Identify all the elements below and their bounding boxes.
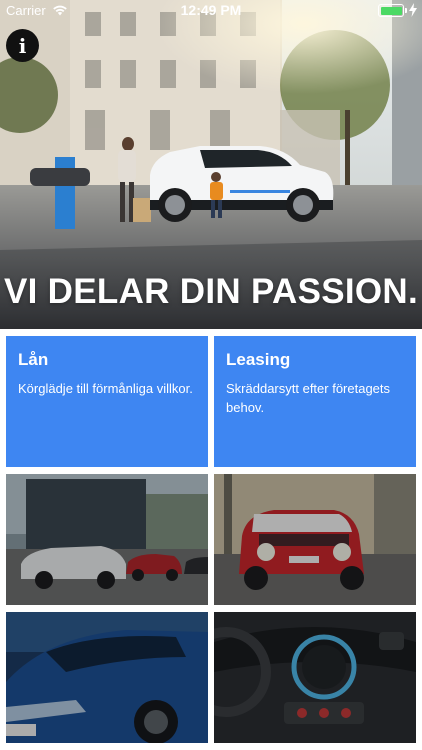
tile-leasing[interactable]: Leasing Skräddarsytt efter företagets be…	[214, 336, 416, 467]
info-icon: i	[18, 33, 27, 58]
mini-cooper-photo	[214, 474, 416, 605]
hero-headline: VI DELAR DIN PASSION.	[3, 272, 419, 311]
tile-leasing-text: Skräddarsytt efter företagets behov.	[226, 381, 391, 415]
bmw-1-series-photo	[6, 474, 208, 605]
battery-level	[380, 6, 402, 15]
tile-lan-title: Lån	[18, 350, 49, 369]
hero-banner: i VI DELAR DIN PASSION.	[0, 0, 422, 329]
bmw-5-series-photo	[6, 612, 208, 743]
mini-interior-photo	[214, 612, 416, 743]
status-time: 12:49 PM	[180, 2, 242, 18]
tile-leasing-title: Leasing	[226, 350, 291, 369]
charging-bolt-icon	[409, 3, 417, 17]
battery-cap	[405, 8, 407, 13]
status-bar: Carrier 12:49 PM	[0, 0, 422, 22]
tile-lan-text: Körglädje till förmånliga villkor.	[18, 381, 193, 396]
battery-icon	[378, 4, 404, 17]
info-button[interactable]: i	[6, 29, 39, 62]
tile-bmw-5-series[interactable]	[6, 612, 208, 743]
tile-bmw-1-series[interactable]	[6, 474, 208, 605]
tile-mini-cooper[interactable]	[214, 474, 416, 605]
tile-mini-interior[interactable]	[214, 612, 416, 743]
tile-lan[interactable]: Lån Körglädje till förmånliga villkor.	[6, 336, 208, 467]
